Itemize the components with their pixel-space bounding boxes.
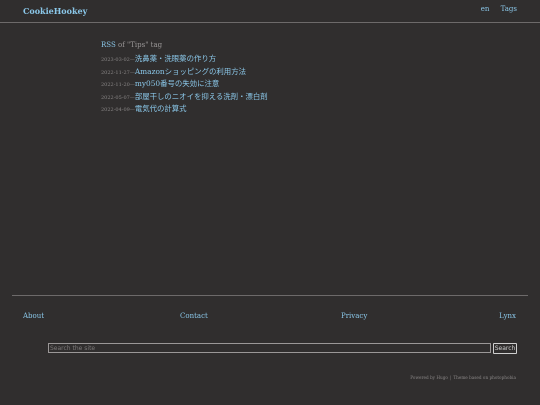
post-list-item: 2023-03-02—洗鼻薬・洗眼薬の作り方 bbox=[101, 53, 431, 66]
footer-nav: About Contact Privacy Lynx bbox=[0, 312, 540, 322]
post-title-link[interactable]: 電気代の計算式 bbox=[135, 104, 187, 113]
theme-credit: Theme based on photophobia bbox=[453, 375, 516, 380]
page: CookieHookey en Tags RSS of "Tips" tag 2… bbox=[0, 0, 540, 405]
post-date: 2022-11-20 bbox=[101, 82, 130, 89]
powered-by-credit: Powered by Hugo | Theme based on photophob… bbox=[410, 375, 516, 380]
header-nav: en Tags bbox=[472, 5, 517, 13]
post-title-link[interactable]: 部屋干しのニオイを抑える洗剤・漂白剤 bbox=[135, 92, 268, 101]
rss-heading: RSS of "Tips" tag bbox=[101, 41, 431, 49]
footer-link-lynx[interactable]: Lynx bbox=[499, 312, 516, 320]
post-list-item: 2022-11-27—Amazonショッピングの利用方法 bbox=[101, 66, 431, 79]
post-title-link[interactable]: 洗鼻薬・洗眼薬の作り方 bbox=[135, 54, 216, 63]
tag-post-list: RSS of "Tips" tag 2023-03-02—洗鼻薬・洗眼薬の作り方… bbox=[101, 41, 431, 116]
rss-heading-suffix: of "Tips" tag bbox=[115, 41, 163, 49]
post-date: 2022-05-07 bbox=[101, 94, 130, 101]
hugo-credit: Powered by Hugo bbox=[410, 375, 448, 380]
footer-link-privacy[interactable]: Privacy bbox=[341, 312, 367, 320]
post-title-link[interactable]: my050番号の失効に注意 bbox=[135, 79, 219, 88]
post-list-item: 2022-11-20—my050番号の失効に注意 bbox=[101, 78, 431, 91]
post-title-link[interactable]: Amazonショッピングの利用方法 bbox=[135, 67, 246, 76]
post-date: 2023-03-02 bbox=[101, 57, 130, 63]
footer-link-about[interactable]: About bbox=[23, 312, 44, 320]
post-list-item: 2022-04-09—電気代の計算式 bbox=[101, 103, 431, 116]
language-link[interactable]: en bbox=[481, 5, 490, 13]
site-search-input[interactable] bbox=[48, 343, 491, 353]
credit-separator: | bbox=[449, 375, 452, 380]
footer-divider bbox=[12, 295, 528, 296]
rss-link[interactable]: RSS bbox=[101, 41, 116, 49]
post-date: 2022-11-27 bbox=[101, 69, 130, 76]
search-button[interactable]: Search bbox=[493, 343, 517, 354]
footer-link-contact[interactable]: Contact bbox=[180, 312, 208, 320]
site-brand-link[interactable]: CookieHookey bbox=[23, 6, 87, 16]
post-list: 2023-03-02—洗鼻薬・洗眼薬の作り方 2022-11-27—Amazon… bbox=[101, 53, 431, 116]
post-list-item: 2022-05-07—部屋干しのニオイを抑える洗剤・漂白剤 bbox=[101, 91, 431, 104]
post-date: 2022-04-09 bbox=[101, 107, 130, 114]
site-header: CookieHookey en Tags bbox=[0, 0, 540, 23]
tags-link[interactable]: Tags bbox=[501, 5, 517, 13]
